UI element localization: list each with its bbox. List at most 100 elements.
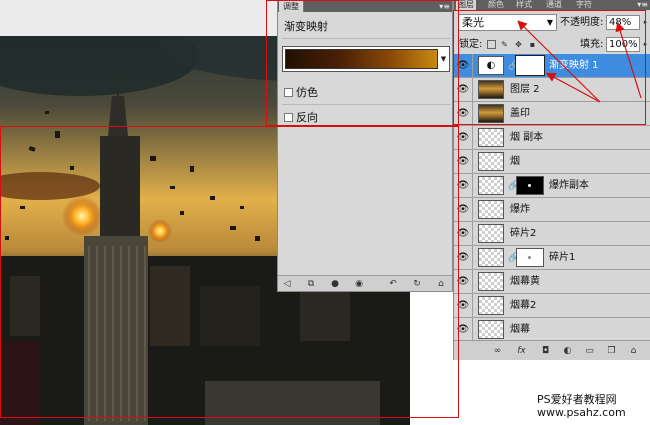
layer-name[interactable]: 碎片2 bbox=[510, 222, 536, 246]
eye-icon[interactable]: 👁 bbox=[454, 222, 473, 246]
layer-thumbnail bbox=[478, 248, 504, 267]
tab-styles[interactable]: 样式 bbox=[514, 0, 534, 10]
layer-name[interactable]: 图层 2 bbox=[510, 78, 540, 102]
layer-thumbnail bbox=[478, 272, 504, 291]
layer-row[interactable]: 👁 烟幕黄 bbox=[454, 270, 650, 294]
eye-icon[interactable]: 👁 bbox=[454, 246, 473, 270]
blend-mode-select[interactable]: 柔光 ▼ bbox=[458, 14, 557, 31]
adjustments-tab-bar: 调整 ▾≡ bbox=[278, 1, 452, 12]
gradient-picker[interactable]: ▼ bbox=[282, 46, 450, 72]
layer-row[interactable]: 👁 烟幕 bbox=[454, 318, 650, 340]
layer-row[interactable]: 👁 碎片2 bbox=[454, 222, 650, 246]
reset-icon[interactable]: ↻ bbox=[412, 279, 422, 289]
adjustments-panel: 调整 ▾≡ 渐变映射 ▼ 仿色 反向 ◁ ⧉ ● ◉ ↶ ↻ ⌂ bbox=[277, 0, 453, 292]
move-icon[interactable]: ✥ bbox=[514, 40, 523, 49]
fx-icon[interactable]: fx bbox=[516, 346, 527, 356]
visibility-icon[interactable]: ● bbox=[330, 279, 340, 289]
layer-row[interactable]: 👁 烟 副本 bbox=[454, 126, 650, 150]
chevron-right-icon[interactable]: ▸ bbox=[641, 37, 650, 52]
layer-name[interactable]: 烟 bbox=[510, 150, 520, 174]
eye-icon[interactable]: 👁 bbox=[454, 102, 473, 126]
layer-row[interactable]: 👁 烟 bbox=[454, 150, 650, 174]
chevron-down-icon[interactable]: ▼ bbox=[439, 49, 448, 69]
layer-name[interactable]: 烟幕2 bbox=[510, 294, 536, 318]
eye-icon[interactable]: 👁 bbox=[454, 270, 473, 294]
adjustment-layer-icon: ◐ bbox=[478, 56, 504, 75]
layers-bottom-bar: ∞ fx ◘ ◐ ▭ ❐ ⌂ bbox=[454, 340, 650, 360]
layer-row[interactable]: 👁 图层 2 bbox=[454, 78, 650, 102]
dither-checkbox[interactable]: 仿色 bbox=[284, 85, 344, 99]
checkbox-box[interactable] bbox=[284, 87, 293, 97]
adjustment-icon[interactable]: ◐ bbox=[562, 346, 573, 356]
layer-name[interactable]: 烟幕黄 bbox=[510, 270, 540, 294]
fill-input[interactable]: 100% bbox=[606, 37, 640, 52]
layer-row[interactable]: 👁 🔗 碎片1 bbox=[454, 246, 650, 270]
delete-icon[interactable]: ⌂ bbox=[436, 279, 446, 289]
layer-mask-thumbnail[interactable] bbox=[516, 248, 544, 267]
adjustments-bottom-bar: ◁ ⧉ ● ◉ ↶ ↻ ⌂ bbox=[278, 275, 452, 291]
opacity-input[interactable]: 48% bbox=[606, 15, 640, 30]
layer-mask-thumbnail[interactable] bbox=[516, 56, 544, 75]
watermark-url: www.psahz.com bbox=[537, 406, 626, 419]
layer-row[interactable]: 👁 盖印 bbox=[454, 102, 650, 126]
chevron-down-icon[interactable]: ▼ bbox=[547, 15, 553, 30]
clip-icon[interactable]: ⧉ bbox=[306, 279, 316, 289]
eye-icon[interactable]: 👁 bbox=[454, 198, 473, 222]
eye-icon[interactable]: ◉ bbox=[354, 279, 364, 289]
layer-row[interactable]: 👁 🔗 爆炸副本 bbox=[454, 174, 650, 198]
layer-thumbnail bbox=[478, 104, 504, 123]
layer-thumbnail bbox=[478, 200, 504, 219]
layer-mask-thumbnail[interactable] bbox=[516, 176, 544, 195]
eye-icon[interactable]: 👁 bbox=[454, 174, 473, 198]
new-layer-icon[interactable]: ❐ bbox=[606, 346, 617, 356]
layer-row[interactable]: 👁 烟幕2 bbox=[454, 294, 650, 318]
tab-layers[interactable]: 图层 bbox=[456, 0, 476, 10]
eye-icon[interactable]: 👁 bbox=[454, 294, 473, 318]
folder-icon[interactable]: ▭ bbox=[584, 346, 595, 356]
tab-character[interactable]: 字符 bbox=[574, 0, 594, 10]
layer-name[interactable]: 烟幕 bbox=[510, 318, 530, 340]
previous-state-icon[interactable]: ↶ bbox=[388, 279, 398, 289]
lock-icon[interactable]: ▪ bbox=[528, 40, 537, 49]
layer-thumbnail bbox=[478, 80, 504, 99]
layer-name[interactable]: 爆炸 bbox=[510, 198, 530, 222]
tab-color[interactable]: 颜色 bbox=[486, 0, 506, 10]
opacity-label: 不透明度: bbox=[560, 17, 604, 28]
eye-icon[interactable]: 👁 bbox=[454, 126, 473, 150]
eye-icon[interactable]: 👁 bbox=[454, 318, 473, 340]
layer-name[interactable]: 烟 副本 bbox=[510, 126, 543, 150]
layer-name[interactable]: 盖印 bbox=[510, 102, 530, 126]
lock-transparent-icon[interactable] bbox=[487, 40, 496, 49]
panel-menu-icon[interactable]: ▾≡ bbox=[439, 1, 450, 12]
delete-icon[interactable]: ⌂ bbox=[628, 346, 639, 356]
dither-label: 仿色 bbox=[296, 86, 318, 99]
tab-adjustments[interactable]: 调整 bbox=[279, 1, 304, 12]
eye-icon[interactable]: 👁 bbox=[454, 150, 473, 174]
layer-thumbnail bbox=[478, 224, 504, 243]
watermark-title: PS爱好者教程网 bbox=[537, 393, 617, 406]
blend-mode-value: 柔光 bbox=[462, 16, 484, 29]
eye-icon[interactable]: 👁 bbox=[454, 78, 473, 102]
layers-tab-bar: 图层 颜色 样式 通道 字符 ▾≡ bbox=[454, 0, 650, 10]
layer-row-gradient-map[interactable]: 👁 ◐ 🔗 渐变映射 1 bbox=[454, 54, 650, 78]
layer-name[interactable]: 爆炸副本 bbox=[549, 174, 589, 198]
layer-list: 👁 ◐ 🔗 渐变映射 1 👁 图层 2 👁 盖印 👁 烟 副本 👁 烟 👁 🔗 … bbox=[454, 54, 650, 340]
divider bbox=[282, 38, 450, 39]
link-icon[interactable]: ∞ bbox=[492, 346, 503, 356]
panel-menu-icon[interactable]: ▾≡ bbox=[637, 0, 648, 10]
layer-row[interactable]: 👁 爆炸 bbox=[454, 198, 650, 222]
lock-label: 锁定: bbox=[459, 39, 483, 50]
layer-name[interactable]: 碎片1 bbox=[549, 246, 575, 270]
eye-icon[interactable]: 👁 bbox=[454, 54, 473, 78]
layer-name[interactable]: 渐变映射 1 bbox=[549, 54, 599, 78]
gradient-preview[interactable] bbox=[285, 49, 438, 69]
tab-channels[interactable]: 通道 bbox=[544, 0, 564, 10]
mask-icon[interactable]: ◘ bbox=[540, 346, 551, 356]
chevron-right-icon[interactable]: ▸ bbox=[641, 15, 650, 30]
mask-dot bbox=[528, 256, 531, 259]
reverse-label: 反向 bbox=[296, 111, 318, 124]
reverse-checkbox[interactable]: 反向 bbox=[284, 110, 344, 124]
brush-icon[interactable]: ✎ bbox=[500, 40, 509, 49]
back-icon[interactable]: ◁ bbox=[282, 279, 292, 289]
checkbox-box[interactable] bbox=[284, 112, 293, 122]
